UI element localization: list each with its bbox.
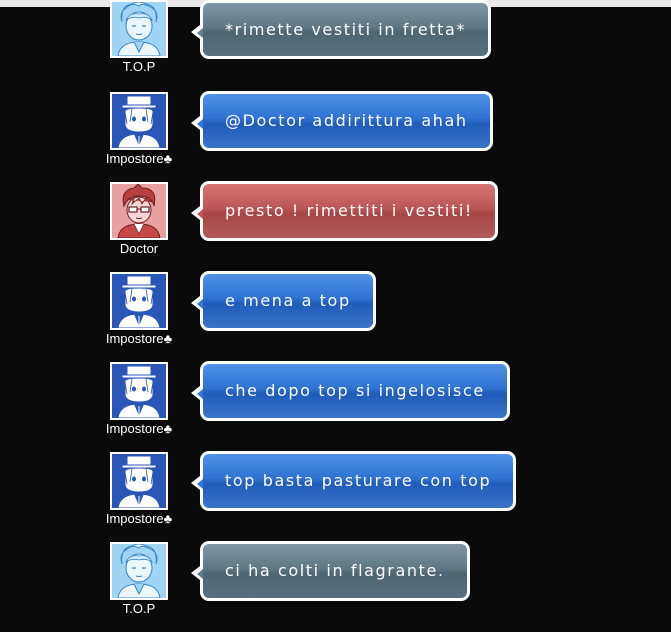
message-username[interactable]: Doctor <box>80 241 198 256</box>
message-username[interactable]: Impostore♣ <box>80 331 198 346</box>
impostore-avatar-icon[interactable] <box>110 362 168 420</box>
chat-message: Impostore♣ @Doctor addirittura ahah <box>0 91 671 182</box>
doctor-avatar-icon[interactable] <box>110 182 168 240</box>
chat-log: T.O.P *rimette vestiti in fretta* Impost… <box>0 0 671 622</box>
message-username[interactable]: T.O.P <box>80 601 198 616</box>
message-text: *rimette vestiti in fretta* <box>225 20 467 39</box>
impostore-avatar-icon[interactable] <box>110 92 168 150</box>
message-text: @Doctor addirittura ahah <box>225 111 468 130</box>
top-avatar-icon[interactable] <box>110 0 168 58</box>
message-bubble: che dopo top si ingelosisce <box>191 361 510 421</box>
top-avatar-icon[interactable] <box>110 542 168 600</box>
impostore-avatar-icon[interactable] <box>110 452 168 510</box>
chat-message: Doctor presto ! rimettiti i vestiti! <box>0 181 671 272</box>
impostore-avatar-icon[interactable] <box>110 272 168 330</box>
chat-message: T.O.P ci ha colti in flagrante. <box>0 541 671 632</box>
message-bubble: top basta pasturare con top <box>191 451 517 511</box>
message-username[interactable]: Impostore♣ <box>80 421 198 436</box>
message-text: presto ! rimettiti i vestiti! <box>225 201 473 220</box>
chat-message: T.O.P *rimette vestiti in fretta* <box>0 0 671 90</box>
message-bubble: @Doctor addirittura ahah <box>191 91 493 151</box>
message-bubble: e mena a top <box>191 271 376 331</box>
message-text: top basta pasturare con top <box>225 471 492 490</box>
message-bubble: *rimette vestiti in fretta* <box>191 0 492 59</box>
message-bubble: presto ! rimettiti i vestiti! <box>191 181 498 241</box>
chat-message: Impostore♣ e mena a top <box>0 271 671 362</box>
chat-message: Impostore♣ che dopo top si ingelosisce <box>0 361 671 452</box>
message-username[interactable]: Impostore♣ <box>80 151 198 166</box>
chat-message: Impostore♣ top basta pasturare con top <box>0 451 671 542</box>
message-text: e mena a top <box>225 291 351 310</box>
message-username[interactable]: Impostore♣ <box>80 511 198 526</box>
message-text: ci ha colti in flagrante. <box>225 561 445 580</box>
message-text: che dopo top si ingelosisce <box>225 381 485 400</box>
message-username[interactable]: T.O.P <box>80 59 198 74</box>
message-bubble: ci ha colti in flagrante. <box>191 541 470 601</box>
